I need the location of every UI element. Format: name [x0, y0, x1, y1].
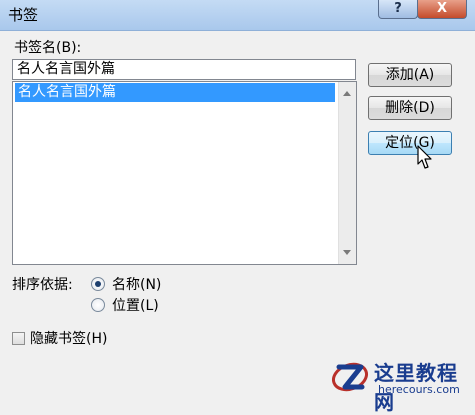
close-button[interactable]: X	[417, 0, 467, 19]
sort-by-name-label[interactable]: 名称(N)	[112, 274, 161, 294]
mouse-cursor-icon	[417, 145, 432, 169]
watermark-logo-icon	[332, 362, 368, 392]
scroll-up-icon[interactable]	[343, 91, 351, 96]
hidden-bookmarks-checkbox[interactable]	[12, 332, 25, 345]
bookmark-name-label: 书签名(B):	[14, 40, 82, 56]
sort-by-location-label[interactable]: 位置(L)	[112, 295, 159, 315]
list-item[interactable]: 名人名言国外篇	[15, 83, 335, 102]
radio-selected-dot	[95, 281, 101, 287]
bookmark-name-input[interactable]	[12, 59, 356, 80]
window-title: 书签	[8, 6, 39, 24]
site-watermark: 这里教程网 herecours.com	[326, 354, 475, 414]
delete-button[interactable]: 删除(D)	[368, 96, 452, 120]
hidden-bookmarks-label[interactable]: 隐藏书签(H)	[30, 328, 107, 348]
watermark-domain: herecours.com	[378, 383, 460, 396]
bookmark-list[interactable]: 名人名言国外篇	[12, 81, 357, 265]
goto-button[interactable]: 定位(G)	[368, 131, 452, 155]
help-button[interactable]: ?	[378, 0, 418, 19]
list-scrollbar[interactable]	[338, 82, 356, 264]
sort-by-location-radio[interactable]	[91, 298, 105, 312]
sort-by-name-radio[interactable]	[91, 277, 105, 291]
sort-by-label: 排序依据:	[12, 277, 73, 293]
scroll-down-icon[interactable]	[343, 250, 351, 255]
title-bar: 书签 ? X	[0, 0, 475, 31]
add-button[interactable]: 添加(A)	[368, 63, 452, 87]
